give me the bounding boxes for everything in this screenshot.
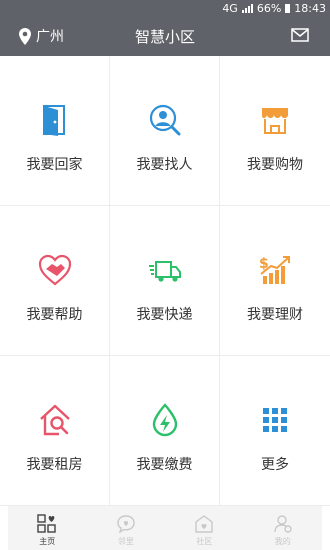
grid-item-label: 我要租房 (26, 457, 83, 473)
clock: 18:43 (294, 2, 326, 15)
feature-grid: 我要回家 我要找人 我要购物 我要帮助 我要快递 $ 我要理财 我要租房 我要缴… (0, 56, 330, 506)
community-house-icon (195, 515, 213, 533)
grid-item-label: 我要购物 (247, 157, 303, 173)
profile-icon (274, 515, 292, 533)
grid-item-find-person[interactable]: 我要找人 (110, 56, 220, 206)
tab-label: 社区 (196, 537, 213, 546)
app-header: 广州 智慧小区 (0, 17, 330, 56)
rent-house-icon (39, 404, 70, 436)
tab-label: 我的 (274, 537, 291, 546)
grid-item-pay-fees[interactable]: 我要缴费 (110, 356, 220, 506)
grid-more-icon (263, 408, 287, 432)
grid-item-label: 我要快递 (136, 307, 193, 323)
mail-icon[interactable] (291, 28, 309, 42)
battery-percent: 66% (256, 2, 282, 15)
grid-item-more[interactable]: 更多 (220, 356, 330, 506)
store-icon (262, 108, 288, 134)
grid-item-shopping[interactable]: 我要购物 (220, 56, 330, 206)
tab-label: 主页 (39, 537, 56, 546)
search-person-icon (149, 104, 180, 136)
grid-item-help[interactable]: 我要帮助 (0, 206, 110, 356)
handshake-heart-icon (38, 254, 71, 286)
battery-icon (285, 4, 291, 13)
grid-item-label: 我要缴费 (136, 457, 193, 473)
tab-label: 邻里 (117, 537, 134, 546)
grid-item-label: 更多 (261, 457, 289, 473)
tab-home[interactable]: 主页 (8, 506, 87, 550)
tab-profile[interactable]: 我的 (244, 506, 323, 550)
home-grid-icon (37, 514, 56, 533)
grid-item-go-home[interactable]: 我要回家 (0, 56, 110, 206)
grid-item-label: 我要理财 (247, 307, 303, 323)
grid-item-label: 我要帮助 (26, 307, 83, 323)
tab-neighbors[interactable]: 邻里 (87, 506, 166, 550)
delivery-truck-icon (148, 261, 181, 282)
grid-item-delivery[interactable]: 我要快递 (110, 206, 220, 356)
grid-item-label: 我要回家 (26, 157, 83, 173)
bottom-tab-bar: 主页 邻里 社区 我的 (8, 506, 322, 550)
payment-drop-icon (152, 403, 177, 437)
page-title: 智慧小区 (134, 28, 195, 46)
door-icon (42, 105, 65, 136)
signal-icon (241, 4, 253, 13)
neighbor-chat-icon (117, 515, 135, 533)
grid-item-finance[interactable]: $ 我要理财 (220, 206, 330, 356)
network-type: 4G (222, 2, 238, 15)
tab-community[interactable]: 社区 (165, 506, 244, 550)
finance-chart-icon: $ (259, 256, 290, 284)
grid-item-rent[interactable]: 我要租房 (0, 356, 110, 506)
status-bar: 4G 66% 18:43 (0, 0, 330, 17)
grid-item-label: 我要找人 (136, 157, 193, 173)
